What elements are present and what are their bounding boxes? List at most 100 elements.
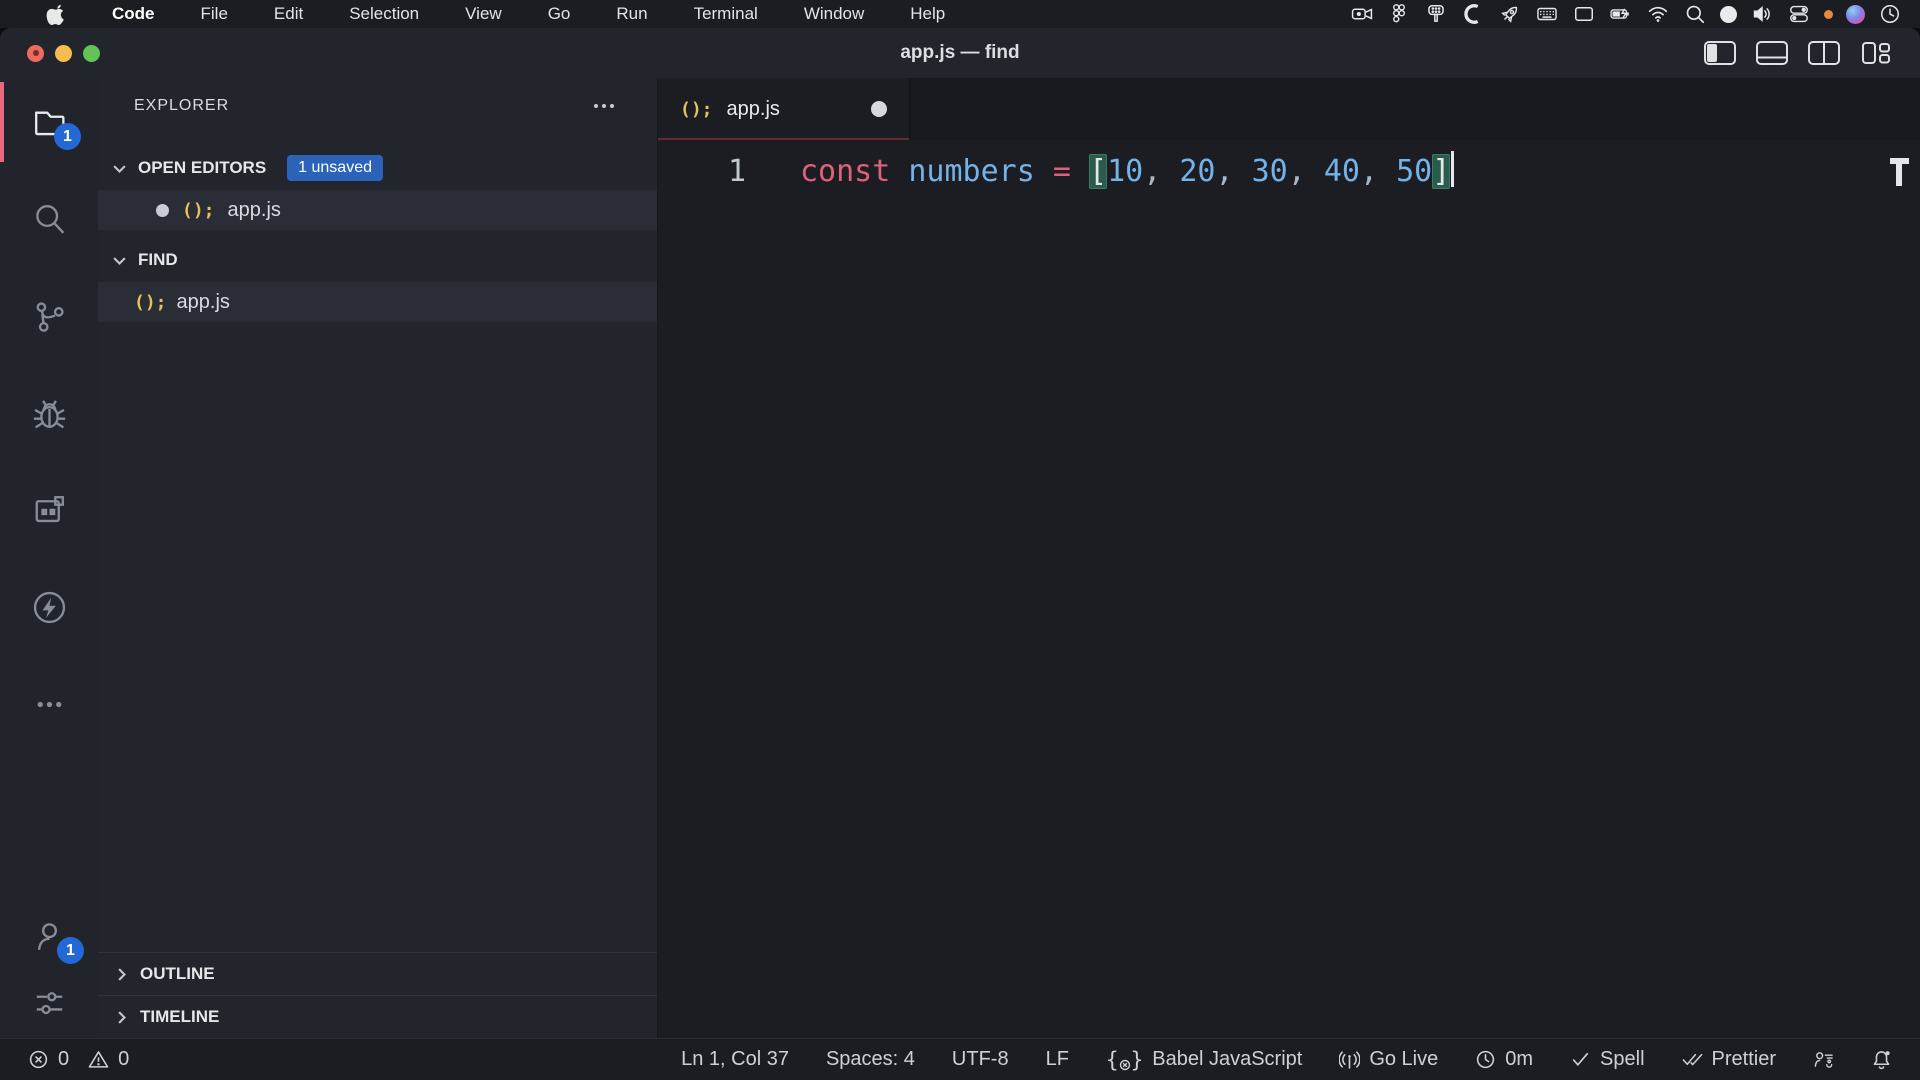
menu-run[interactable]: Run xyxy=(616,4,647,24)
notifications-button[interactable] xyxy=(1871,1049,1892,1070)
status-bar: 0 0 Ln 1, Col 37 Spaces: 4 UTF-8 LF {} B… xyxy=(0,1038,1920,1080)
source-control-icon xyxy=(31,298,68,335)
search-icon xyxy=(31,201,68,238)
figma-icon[interactable] xyxy=(1387,2,1411,26)
crescent-icon[interactable] xyxy=(1461,2,1485,26)
clock-icon xyxy=(1475,1049,1496,1070)
unsaved-dot-icon[interactable] xyxy=(871,101,887,117)
eol-sequence[interactable]: LF xyxy=(1046,1048,1069,1071)
menu-code[interactable]: Code xyxy=(112,4,155,24)
toggle-sidebar-icon[interactable] xyxy=(1702,39,1738,67)
close-button[interactable] xyxy=(27,45,44,62)
timeline-section[interactable]: TIMELINE xyxy=(98,995,657,1038)
cursor-position[interactable]: Ln 1, Col 37 xyxy=(681,1048,789,1071)
menu-go[interactable]: Go xyxy=(548,4,571,24)
chevron-right-icon xyxy=(112,965,131,984)
apple-menu-icon[interactable] xyxy=(46,3,68,25)
time-tracker[interactable]: 0m xyxy=(1475,1048,1533,1071)
code-text: const numbers = [10, 20, 30, 40, 50] xyxy=(746,147,1454,197)
open-editor-filename: app.js xyxy=(228,199,281,222)
code-editor[interactable]: 1 const numbers = [10, 20, 30, 40, 50] xyxy=(658,140,1920,1038)
go-live-button[interactable]: Go Live xyxy=(1339,1048,1438,1071)
window-titlebar[interactable]: app.js — find xyxy=(0,28,1920,78)
menubar-status-icons xyxy=(1350,2,1902,26)
bell-icon xyxy=(1871,1049,1892,1070)
keyboard-icon[interactable] xyxy=(1535,2,1559,26)
open-editors-label: OPEN EDITORS xyxy=(138,158,266,178)
toggle-secondary-sidebar-icon[interactable] xyxy=(1806,39,1842,67)
open-editor-item-appjs[interactable]: (); app.js xyxy=(98,190,657,230)
menu-selection[interactable]: Selection xyxy=(349,4,419,24)
editor-group: (); app.js 1 const numbers = [10, 20, 30… xyxy=(658,78,1920,1038)
spell-label: Spell xyxy=(1600,1048,1644,1071)
minimize-button[interactable] xyxy=(55,45,72,62)
control-center-icon[interactable] xyxy=(1787,2,1811,26)
activity-settings[interactable] xyxy=(0,972,98,1032)
indentation[interactable]: Spaces: 4 xyxy=(826,1048,915,1071)
activity-debug[interactable] xyxy=(0,371,98,455)
focus-icon[interactable] xyxy=(1720,6,1737,23)
siri-icon[interactable] xyxy=(1846,5,1865,24)
activity-live-preview[interactable] xyxy=(0,468,98,552)
wifi-icon[interactable] xyxy=(1646,2,1670,26)
text-cursor xyxy=(1451,151,1454,187)
activity-source-control[interactable] xyxy=(0,274,98,358)
encoding[interactable]: UTF-8 xyxy=(952,1048,1009,1071)
activity-accounts[interactable]: 1 xyxy=(0,906,98,966)
token-comma: , xyxy=(1215,154,1251,189)
error-icon xyxy=(28,1049,49,1070)
toggle-panel-icon[interactable] xyxy=(1754,39,1790,67)
vscode-window: app.js — find 1 xyxy=(0,28,1920,1080)
clock-icon[interactable] xyxy=(1878,2,1902,26)
error-count: 0 xyxy=(58,1048,69,1071)
unsaved-badge: 1 unsaved xyxy=(287,155,383,181)
activity-explorer[interactable]: 1 xyxy=(0,80,98,164)
prettier-formatter[interactable]: Prettier xyxy=(1682,1048,1776,1071)
open-editors-section[interactable]: OPEN EDITORS 1 unsaved xyxy=(98,148,657,188)
minimap[interactable] xyxy=(1886,158,1912,186)
activity-more[interactable] xyxy=(0,662,98,746)
rocket-icon[interactable] xyxy=(1498,2,1522,26)
sidebar-more-actions-icon[interactable] xyxy=(591,98,617,114)
sidebar-spacer xyxy=(98,322,657,952)
spotlight-search-icon[interactable] xyxy=(1683,2,1707,26)
js-file-icon: (); xyxy=(680,99,713,120)
feedback-button[interactable] xyxy=(1813,1049,1834,1070)
battery-icon[interactable] xyxy=(1609,2,1633,26)
chevron-down-icon xyxy=(110,251,129,270)
preview-window-icon xyxy=(31,492,68,529)
modified-dot-icon[interactable] xyxy=(156,204,169,217)
outline-section[interactable]: OUTLINE xyxy=(98,952,657,995)
activity-thunder-client[interactable] xyxy=(0,565,98,649)
broadcast-icon xyxy=(1339,1049,1360,1070)
chevron-down-icon xyxy=(110,159,129,178)
activity-search[interactable] xyxy=(0,177,98,261)
menu-window[interactable]: Window xyxy=(804,4,864,24)
zoom-button[interactable] xyxy=(83,45,100,62)
menu-terminal[interactable]: Terminal xyxy=(694,4,758,24)
menu-edit[interactable]: Edit xyxy=(274,4,303,24)
ellipsis-icon xyxy=(31,686,68,723)
filter-funnel-icon[interactable] xyxy=(1424,2,1448,26)
activity-spacer xyxy=(0,759,98,906)
menu-view[interactable]: View xyxy=(465,4,502,24)
token-comma: , xyxy=(1288,154,1324,189)
customize-layout-icon[interactable] xyxy=(1858,39,1894,67)
volume-icon[interactable] xyxy=(1750,2,1774,26)
find-section[interactable]: FIND xyxy=(98,240,657,280)
menu-file[interactable]: File xyxy=(201,4,228,24)
spell-checker[interactable]: Spell xyxy=(1570,1048,1644,1071)
language-mode[interactable]: {} Babel JavaScript xyxy=(1106,1048,1302,1072)
screen-mirroring-icon[interactable] xyxy=(1350,2,1374,26)
problems-indicator[interactable]: 0 0 xyxy=(28,1048,129,1071)
find-item-appjs[interactable]: (); app.js xyxy=(98,282,657,322)
check-icon xyxy=(1570,1049,1591,1070)
prettier-label: Prettier xyxy=(1712,1048,1776,1071)
sidebar-header: EXPLORER xyxy=(98,78,657,134)
tab-appjs[interactable]: (); app.js xyxy=(658,78,910,140)
menu-help[interactable]: Help xyxy=(910,4,945,24)
go-live-label: Go Live xyxy=(1369,1048,1438,1071)
token-number: 10 xyxy=(1107,154,1143,189)
code-line-1[interactable]: 1 const numbers = [10, 20, 30, 40, 50] xyxy=(658,147,1920,197)
display-window-icon[interactable] xyxy=(1572,2,1596,26)
